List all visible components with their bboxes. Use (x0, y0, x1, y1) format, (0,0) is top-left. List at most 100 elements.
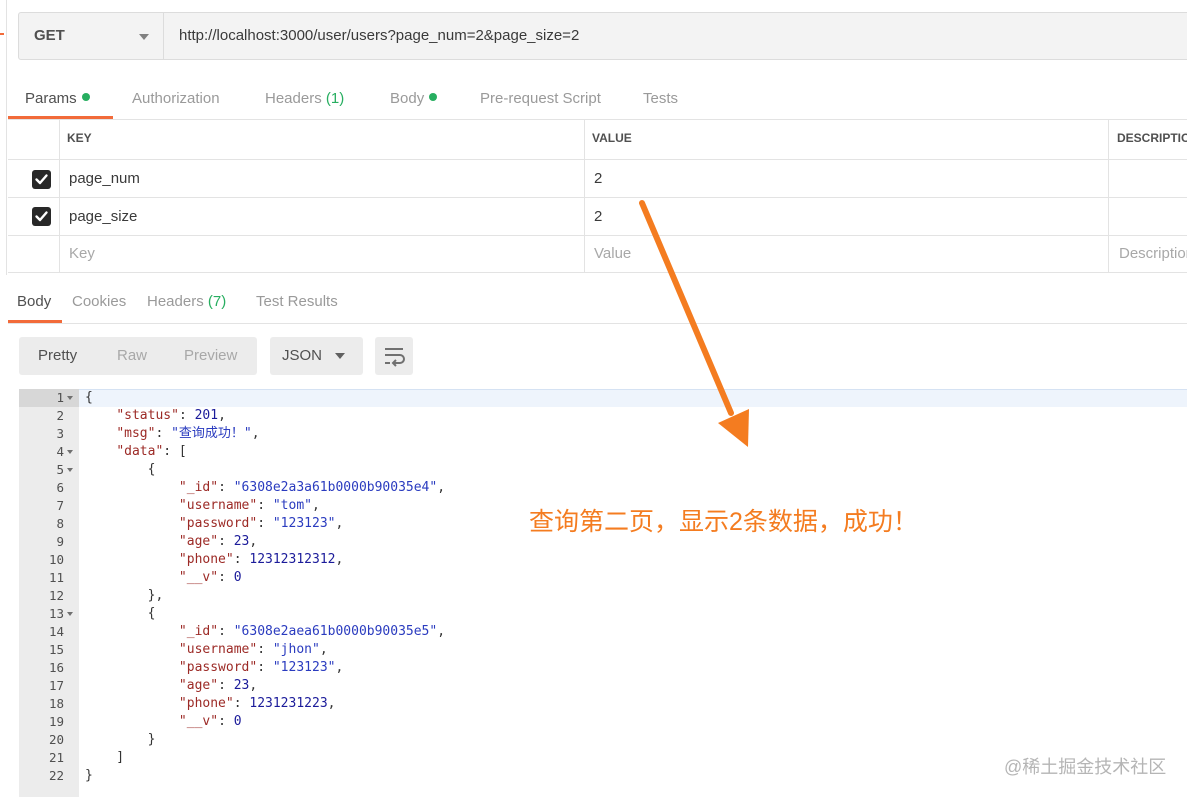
response-tab-headers[interactable]: Headers (7) (147, 293, 226, 310)
line-number: 12 (48, 588, 64, 603)
code-line: "status": 201, (116, 408, 226, 423)
pretty-button[interactable]: Pretty (38, 347, 77, 364)
tab-body-label: Body (390, 90, 425, 107)
response-tab-body[interactable]: Body (17, 293, 51, 310)
tab-params-label: Params (25, 90, 77, 107)
column-header-key: KEY (67, 131, 92, 145)
params-indicator-dot (81, 93, 90, 101)
code-line: "__v": 0 (178, 714, 242, 729)
chevron-down-icon (335, 353, 345, 359)
wrap-lines-button[interactable] (375, 337, 413, 375)
code-line: "data": [ (116, 444, 187, 459)
table-col-divider (59, 119, 60, 273)
code-line: } (85, 768, 93, 783)
annotation-text: 查询第二页，显示2条数据，成功！ (529, 508, 918, 536)
watermark: @稀土掘金技术社区 (1004, 757, 1167, 777)
param-checkbox[interactable] (32, 170, 51, 189)
code-line: "_id": "6308e2a3a61b0000b90035e4", (178, 480, 446, 495)
line-number: 8 (56, 516, 64, 531)
code-line: "username": "jhon", (178, 642, 328, 657)
check-icon (35, 211, 48, 222)
code-line: "_id": "6308e2aea61b0000b90035e5", (178, 624, 446, 639)
line-number: 3 (56, 426, 64, 441)
line-number: 22 (48, 768, 64, 783)
table-col-divider (1108, 119, 1109, 273)
chevron-down-icon (139, 34, 149, 40)
table-row-divider (8, 159, 1187, 160)
line-number: 21 (48, 750, 64, 765)
code-line: ] (85, 750, 125, 765)
code-line: { (85, 390, 93, 405)
param-key[interactable]: page_size (69, 208, 137, 225)
param-checkbox[interactable] (32, 207, 51, 226)
check-icon (35, 174, 48, 185)
line-number: 7 (56, 498, 64, 513)
fold-toggle-icon[interactable] (67, 396, 73, 400)
table-bottom-border (8, 272, 1187, 273)
param-key[interactable]: page_num (69, 170, 140, 187)
raw-button[interactable]: Raw (117, 347, 147, 364)
code-line: "phone": 12312312312, (178, 552, 344, 567)
new-key-input[interactable]: Key (69, 245, 95, 262)
response-tab-cookies[interactable]: Cookies (72, 293, 126, 310)
tab-authorization[interactable]: Authorization (132, 90, 220, 107)
fold-toggle-icon[interactable] (67, 450, 73, 454)
param-value[interactable]: 2 (594, 208, 602, 225)
annotation-arrow-icon (639, 200, 749, 447)
url-text[interactable]: http://localhost:3000/user/users?page_nu… (179, 27, 579, 44)
tab-body[interactable]: Body (390, 90, 438, 107)
line-number: 14 (48, 624, 64, 639)
line-number: 19 (48, 714, 64, 729)
tab-authorization-label: Authorization (132, 90, 220, 107)
headers-count: (1) (325, 90, 345, 107)
tab-pre-request-script[interactable]: Pre-request Script (480, 90, 601, 107)
response-tab-test-results[interactable]: Test Results (256, 293, 338, 310)
line-number: 16 (48, 660, 64, 675)
format-select-value: JSON (282, 347, 323, 364)
code-line: "age": 23, (178, 678, 258, 693)
line-number: 4 (56, 444, 64, 459)
tab-tests[interactable]: Tests (643, 90, 678, 107)
code-line: "phone": 1231231223, (178, 696, 336, 711)
column-header-description: DESCRIPTION (1117, 131, 1187, 145)
line-number: 17 (48, 678, 64, 693)
tab-tests-label: Tests (643, 90, 679, 107)
table-top-border (8, 119, 1187, 120)
left-accent-mark (0, 33, 4, 35)
new-value-input[interactable]: Value (594, 245, 631, 262)
table-row-divider (8, 197, 1187, 198)
line-number: 18 (48, 696, 64, 711)
line-number: 9 (56, 534, 64, 549)
code-line: "msg": "查询成功！", (116, 426, 260, 441)
line-number: 10 (48, 552, 64, 567)
active-response-tab-indicator (8, 320, 62, 323)
param-value[interactable]: 2 (594, 170, 602, 187)
table-col-divider (584, 119, 585, 273)
line-number: 2 (56, 408, 64, 423)
new-description-input[interactable]: Description (1119, 245, 1187, 262)
line-number: 11 (48, 570, 64, 585)
line-number: 6 (56, 480, 64, 495)
fold-toggle-icon[interactable] (67, 612, 73, 616)
line-number: 20 (48, 732, 64, 747)
code-line: { (85, 606, 156, 621)
fold-toggle-icon[interactable] (67, 468, 73, 472)
method-label: GET (34, 27, 65, 44)
wrap-lines-icon (385, 348, 405, 367)
line-number: 5 (56, 462, 64, 477)
body-indicator-dot (429, 93, 438, 101)
tab-params[interactable]: Params (25, 90, 90, 107)
tab-headers-label: Headers (265, 90, 322, 107)
code-line: } (85, 732, 156, 747)
code-line: "password": "123123", (178, 516, 344, 531)
preview-button[interactable]: Preview (184, 347, 237, 364)
code-line: }, (85, 588, 164, 603)
line-number: 13 (48, 606, 64, 621)
line-number: 15 (48, 642, 64, 657)
line-number: 1 (56, 390, 64, 405)
tab-pre-request-label: Pre-request Script (480, 90, 601, 107)
table-row-divider (8, 235, 1187, 236)
tab-headers[interactable]: Headers (1) (265, 90, 344, 107)
code-line: "age": 23, (178, 534, 258, 549)
code-line: { (85, 462, 156, 477)
